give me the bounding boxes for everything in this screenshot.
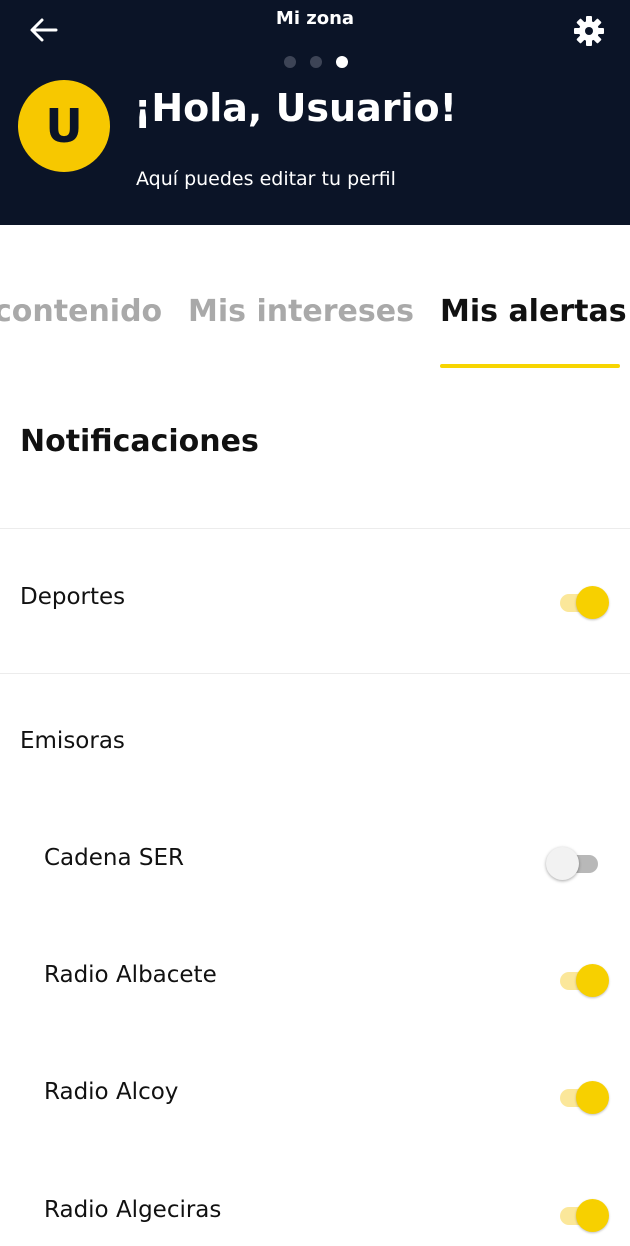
page-indicator (284, 56, 348, 68)
avatar: U (18, 80, 110, 172)
gear-icon (574, 16, 604, 46)
emisora-toggle-radio-albacete[interactable] (556, 963, 610, 997)
emisora-label-radio-albacete: Radio Albacete (44, 962, 217, 988)
greeting-title: ¡Hola, Usuario! (134, 86, 457, 130)
divider (0, 528, 630, 529)
page-indicator-dot (284, 56, 296, 68)
tab-contenido[interactable]: contenido (0, 294, 162, 329)
divider (0, 673, 630, 674)
toggle-knob (546, 847, 579, 880)
deportes-label: Deportes (20, 584, 126, 610)
emisora-label-cadena-ser: Cadena SER (44, 845, 184, 871)
emisoras-label: Emisoras (20, 728, 125, 754)
tab-mis-alertas[interactable]: Mis alertas (440, 294, 627, 329)
page-indicator-dot-active (336, 56, 348, 68)
emisora-toggle-radio-alcoy[interactable] (556, 1080, 610, 1114)
toggle-knob (576, 586, 609, 619)
emisora-label-radio-alcoy: Radio Alcoy (44, 1079, 179, 1105)
section-title: Notificaciones (20, 424, 259, 459)
toggle-knob (576, 1199, 609, 1232)
emisora-label-radio-algeciras: Radio Algeciras (44, 1197, 222, 1223)
profile-header: Mi zona U ¡Hola, Usuario! Aquí puedes ed… (0, 0, 630, 225)
tab-bar: contenido Mis intereses Mis alertas (0, 290, 630, 370)
emisora-toggle-cadena-ser[interactable] (546, 846, 600, 880)
deportes-toggle[interactable] (556, 585, 610, 619)
active-tab-indicator (440, 364, 620, 368)
page-indicator-dot (310, 56, 322, 68)
toggle-knob (576, 1081, 609, 1114)
profile-subtitle: Aquí puedes editar tu perfil (136, 168, 396, 190)
toggle-knob (576, 964, 609, 997)
settings-button[interactable] (572, 14, 606, 48)
tab-mis-intereses[interactable]: Mis intereses (188, 294, 414, 329)
emisora-toggle-radio-algeciras[interactable] (556, 1198, 610, 1232)
page-title: Mi zona (275, 8, 355, 29)
